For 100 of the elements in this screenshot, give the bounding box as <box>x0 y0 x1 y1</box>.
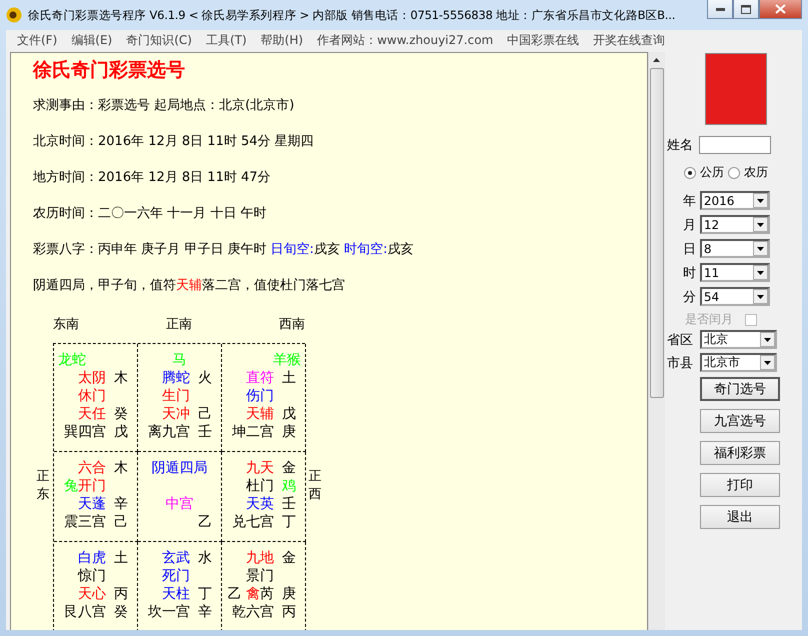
palace-text: 庚 <box>282 586 296 602</box>
close-icon <box>775 4 786 14</box>
close-button[interactable] <box>759 0 802 19</box>
palace-text: 九天 <box>246 460 274 476</box>
minimize-button[interactable] <box>707 0 733 19</box>
palace-text: 太阴 <box>78 370 106 386</box>
palace-text: 天任 <box>78 406 106 422</box>
caret-icon <box>764 360 771 364</box>
palace-text: 壬 <box>282 496 296 512</box>
palace-text: 辛 <box>114 496 128 512</box>
caret-icon <box>756 246 764 250</box>
palace-text: 丙 <box>114 586 128 602</box>
palace-text: 腾蛇 <box>162 370 190 386</box>
dropdown-field[interactable]: 54 <box>700 287 770 306</box>
field-label: 时 <box>682 264 697 282</box>
palace-text: 艮八宫 <box>64 604 106 620</box>
palace-text: 木 <box>114 460 128 476</box>
palace-text: 壬 <box>198 424 212 440</box>
radio-button[interactable] <box>728 166 740 178</box>
palace-text: 六合 <box>78 460 106 476</box>
dropdown-field[interactable]: 11 <box>700 263 770 282</box>
maximize-icon <box>741 4 751 14</box>
name-input[interactable] <box>698 136 771 154</box>
palace-text: 天辅 <box>246 406 274 422</box>
radio-label: 农历 <box>744 164 768 181</box>
menu-item[interactable]: 编辑(E) <box>64 32 120 48</box>
menu-item[interactable]: 开奖在线查询 <box>586 32 672 48</box>
palace-text: 震三宫 <box>64 514 106 530</box>
dropdown-field[interactable]: 12 <box>700 215 770 234</box>
palace-text: 金 <box>282 550 296 566</box>
field-label: 分 <box>682 288 697 306</box>
palace-text: 坎一宫 <box>148 604 190 620</box>
minimize-icon <box>716 8 724 10</box>
palace-text: 兑七宫 <box>232 514 274 530</box>
field-label: 月 <box>682 216 697 234</box>
palace-text: 戊 <box>114 424 128 440</box>
menu-item[interactable]: 奇门知识(C) <box>119 32 199 48</box>
palace-text: 龙蛇 <box>58 352 86 368</box>
report-line: 农历时间：二〇一六年 十一月 十日 午时 <box>33 205 268 223</box>
palace-text: 兔 <box>64 478 78 494</box>
menu-item[interactable]: 作者网站：www.zhouyi27.com <box>310 32 500 48</box>
report-title: 徐氏奇门彩票选号 <box>33 58 186 83</box>
direction-label: 正东 <box>36 468 50 504</box>
palace-text: 马 <box>172 352 186 368</box>
radio-label: 公历 <box>700 164 724 181</box>
palace-text: 杜门 <box>246 478 274 494</box>
menu-item[interactable]: 文件(F) <box>10 32 64 48</box>
dropdown-field[interactable]: 8 <box>700 239 770 258</box>
palace-text: 生门 <box>162 388 190 404</box>
palace-text: 景门 <box>246 568 274 584</box>
report-line: 北京时间：2016年 12月 8日 11时 54分 星期四 <box>33 133 315 151</box>
scrollbar[interactable] <box>648 52 665 630</box>
photo-placeholder <box>704 53 767 125</box>
palace-text: 中宫 <box>166 496 194 512</box>
action-button[interactable]: 打印 <box>700 473 780 497</box>
caret-icon <box>756 222 764 226</box>
palace-text: 己 <box>114 514 128 530</box>
report-line: 地方时间：2016年 12月 8日 11时 47分 <box>33 169 272 187</box>
palace-text: 乾六宫 <box>232 604 274 620</box>
menu-item[interactable]: 工具(T) <box>198 32 254 48</box>
palace-text: 羊猴 <box>273 352 301 368</box>
field-label: 省区 <box>666 332 694 348</box>
report-line: 阴遁四局，甲子旬，值符天辅落二宫，值使杜门落七宫 <box>33 277 346 295</box>
direction-label: 正西 <box>308 468 322 504</box>
report-line: 彩票八字：丙申年 庚子月 甲子日 庚午时 日旬空:戌亥 时旬空:戌亥 <box>33 241 414 259</box>
palace-text: 天冲 <box>162 406 190 422</box>
action-button[interactable]: 九宫选号 <box>700 409 780 433</box>
palace-text: 天心 <box>78 586 106 602</box>
dropdown-field[interactable]: 北京市 <box>700 353 777 372</box>
palace-text: 金 <box>282 460 296 476</box>
palace-text: 禽 <box>246 586 260 602</box>
palace-text: 巽四宫 <box>64 424 106 440</box>
scroll-thumb[interactable] <box>650 68 664 398</box>
palace-text: 庚 <box>282 424 296 440</box>
menu-item[interactable]: 帮助(H) <box>254 32 310 48</box>
maximize-button[interactable] <box>733 0 759 19</box>
palace-text: 鸡 <box>282 478 296 494</box>
palace-text: 阴遁四局 <box>152 460 208 476</box>
dropdown-field[interactable]: 2016 <box>700 191 770 210</box>
palace-text: 丁 <box>198 586 212 602</box>
action-button[interactable]: 退出 <box>700 505 780 529</box>
radio-button[interactable] <box>684 166 696 178</box>
direction-label: 西南 <box>279 316 305 334</box>
scroll-up-icon[interactable] <box>653 58 660 62</box>
app-icon <box>6 7 22 23</box>
palace-text: 九地 <box>246 550 274 566</box>
menu-item[interactable]: 中国彩票在线 <box>500 32 586 48</box>
palace-text: 天蓬 <box>78 496 106 512</box>
checkbox-label: 是否闰月 <box>684 311 733 328</box>
palace-text: 离九宫 <box>148 424 190 440</box>
palace-text: 丁 <box>282 514 296 530</box>
action-button[interactable]: 奇门选号 <box>700 377 780 401</box>
palace-text: 乙 <box>228 586 243 602</box>
dropdown-field[interactable]: 北京 <box>700 330 777 349</box>
palace-text: 癸 <box>114 604 128 620</box>
palace-text: 天英 <box>246 496 274 512</box>
palace-text: 惊门 <box>78 568 106 584</box>
caret-icon <box>756 270 764 274</box>
action-button[interactable]: 福利彩票 <box>700 441 780 465</box>
field-label: 年 <box>682 192 697 210</box>
